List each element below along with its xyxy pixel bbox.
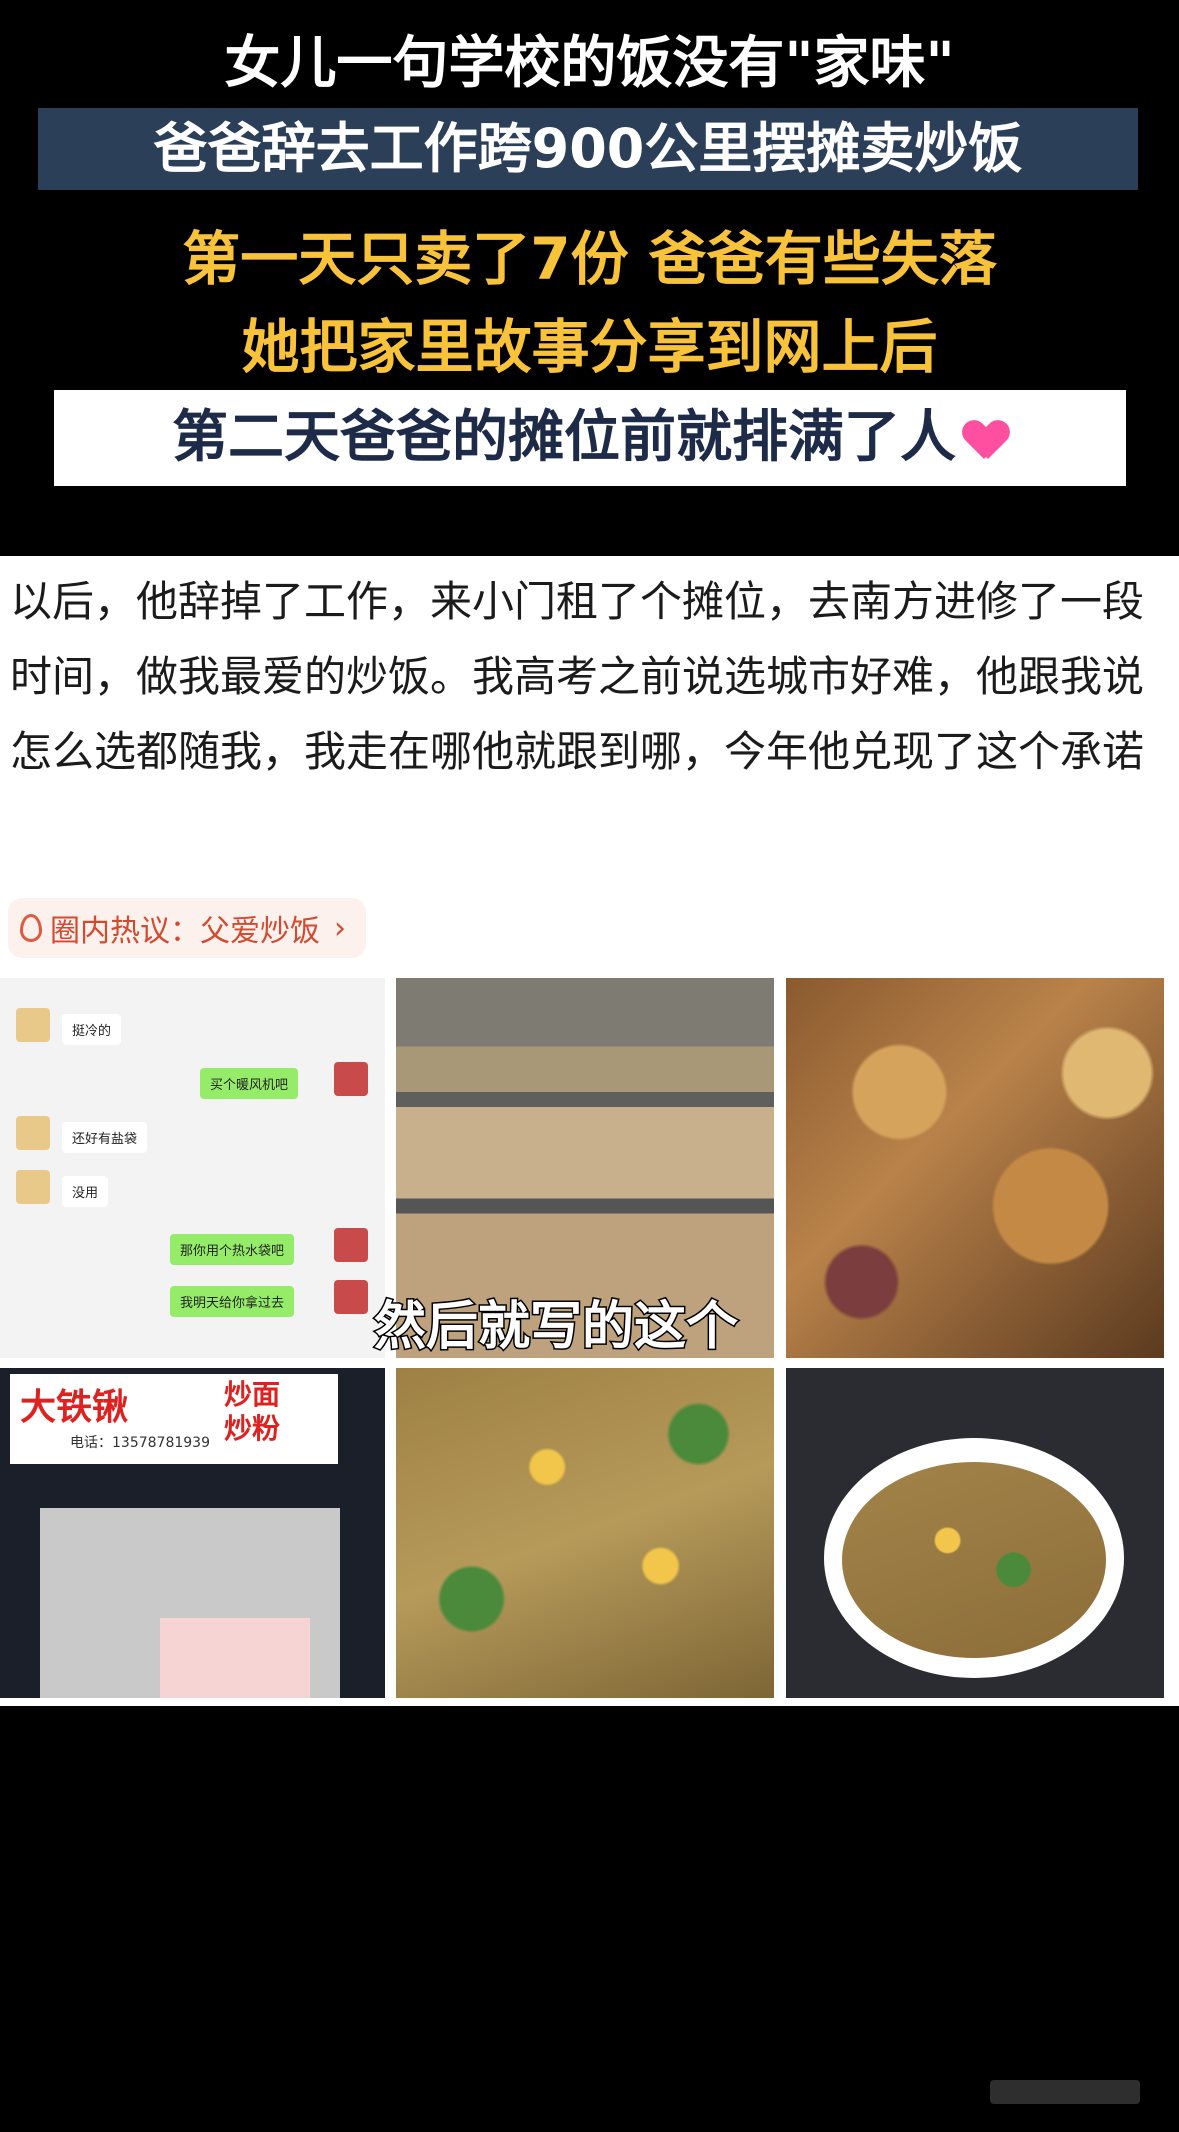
avatar	[16, 1170, 50, 1204]
stall-image[interactable]: 大铁锹 炒面 炒粉 电话：13578781939	[0, 1368, 385, 1698]
fried-rice-bowl-image[interactable]	[786, 1368, 1164, 1698]
topic-tag-label: 圈内热议：父爱炒饭	[50, 914, 320, 949]
avatar	[334, 1280, 368, 1314]
fried-noodles-image[interactable]	[786, 978, 1164, 1358]
headline-line-2: 爸爸辞去工作跨900公里摆摊卖炒饭	[38, 108, 1138, 190]
chat-screenshot-image[interactable]: 挺冷的 买个暖风机吧 还好有盐袋 没用 那你用个热水袋吧 我明天给你拿过去	[0, 978, 385, 1358]
headline-line-5-text: 第二天爸爸的摊位前就排满了人	[172, 405, 956, 470]
watermark	[990, 2080, 1140, 2104]
heart-icon	[964, 421, 1008, 461]
chevron-right-icon: ›	[334, 910, 346, 946]
stall-sign: 大铁锹 炒面 炒粉 电话：13578781939	[10, 1374, 338, 1464]
bowl-rice	[842, 1462, 1106, 1658]
topic-tag[interactable]: 圈内热议：父爱炒饭 ›	[8, 898, 366, 958]
avatar	[334, 1228, 368, 1262]
headline-line-4: 她把家里故事分享到网上后	[241, 313, 938, 381]
headline-line-1: 女儿一句学校的饭没有"家味"	[224, 31, 955, 96]
stall-sign-name: 大铁锹	[20, 1387, 129, 1428]
overlay-caption: 然后就写的这个	[372, 1296, 739, 1359]
cart-panel	[160, 1618, 310, 1698]
stall-sign-phone: 电话：13578781939	[70, 1435, 210, 1451]
avatar	[16, 1008, 50, 1042]
post-body-text: 以后，他辞掉了工作，来小门租了个摊位，去南方进修了一段时间，做我最爱的炒饭。我高…	[10, 577, 1145, 776]
stall-sign-item: 炒粉	[224, 1412, 281, 1445]
fire-icon	[20, 914, 42, 942]
chat-message: 还好有盐袋	[62, 1122, 148, 1153]
chat-message: 买个暖风机吧	[200, 1068, 299, 1099]
chat-message: 挺冷的	[62, 1014, 122, 1045]
chat-message: 我明天给你拿过去	[170, 1286, 295, 1317]
chat-message: 那你用个热水袋吧	[170, 1234, 295, 1265]
headline-line-5: 第二天爸爸的摊位前就排满了人	[54, 390, 1126, 486]
headline-line-3: 第一天只卖了7份 爸爸有些失落	[182, 225, 997, 293]
avatar	[16, 1116, 50, 1150]
fried-rice-closeup-image[interactable]	[396, 1368, 774, 1698]
stall-sign-items: 炒面 炒粉	[224, 1378, 280, 1446]
chat-message: 没用	[62, 1176, 109, 1207]
stall-sign-item: 炒面	[224, 1378, 281, 1411]
avatar	[334, 1062, 368, 1096]
headline-banner: 女儿一句学校的饭没有"家味" 爸爸辞去工作跨900公里摆摊卖炒饭 第一天只卖了7…	[0, 0, 1179, 556]
